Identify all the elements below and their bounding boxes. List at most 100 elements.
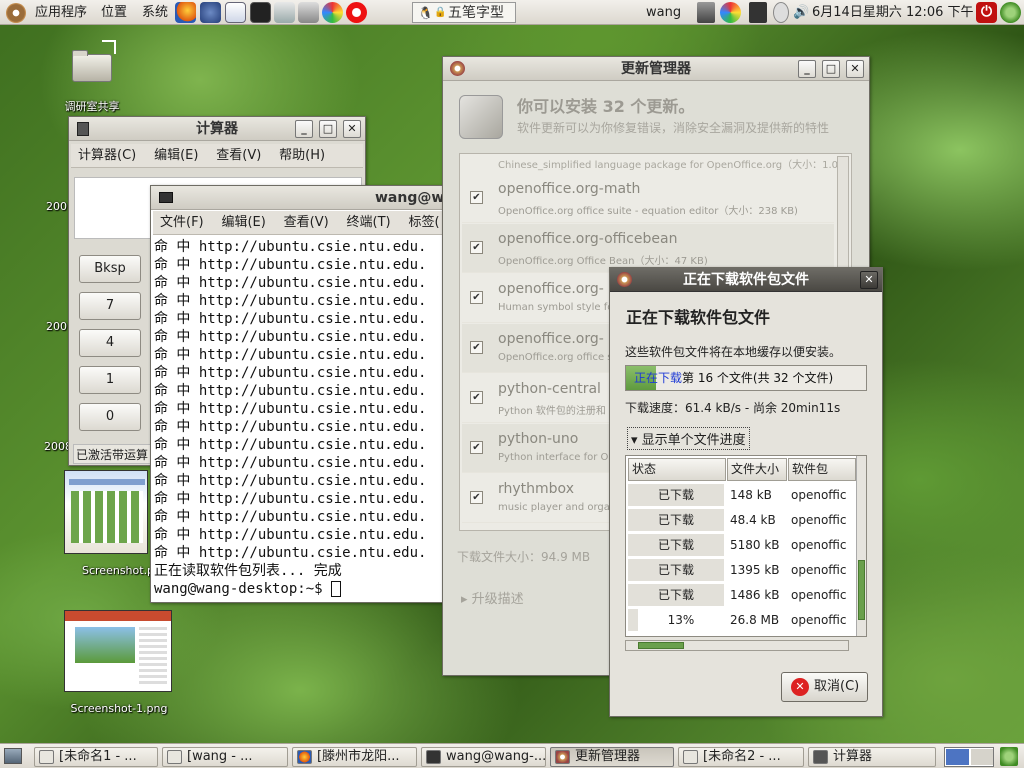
update-icon [555,750,570,764]
user-name[interactable]: wang [646,3,681,22]
update-checkbox[interactable]: ✔ [470,491,483,504]
minimize-button[interactable]: _ [798,60,816,78]
menu-edit[interactable]: 编辑(E) [214,211,272,235]
file-progress-table[interactable]: 状态 文件大小 软件包 已下载 148 kB openoffic 已下载 48.4 kB… [625,455,867,637]
taskbar-button[interactable]: [滕州市龙阳... [292,747,417,767]
mail-launcher-icon[interactable] [200,2,221,23]
menu-edit[interactable]: 编辑(E) [147,144,205,168]
firefox-launcher-icon[interactable] [175,2,196,23]
screenshot-launcher-icon[interactable] [274,2,295,23]
table-vertical-scrollbar[interactable] [856,456,866,636]
terminal-launcher-icon[interactable] [250,2,271,23]
power-icon[interactable]: ⏻ [976,2,997,23]
network-launcher-icon[interactable] [298,2,319,23]
expander-arrow-icon: ▾ [631,433,642,448]
update-checkbox[interactable]: ✔ [470,241,483,254]
taskbar-button[interactable]: [wang - ... [162,747,288,767]
text-editor-launcher-icon[interactable] [225,2,246,23]
table-row[interactable]: 已下载 48.4 kB openoffic [626,509,856,531]
menu-places[interactable]: 位置 [101,3,127,22]
table-row[interactable]: 已下载 1395 kB openoffic [626,559,856,581]
menu-view[interactable]: 查看(V) [277,211,336,235]
taskbar-button[interactable]: 计算器 [808,747,936,767]
digit-1-button[interactable]: 1 [79,366,141,394]
digit-4-button[interactable]: 4 [79,329,141,357]
menu-tabs[interactable]: 标签( [401,211,446,235]
table-row[interactable]: 13% 26.8 MB openoffic [626,609,856,631]
refresh-icon[interactable] [1000,2,1021,23]
desktop-icon-screenshot-1[interactable]: Screenshot-1.png [64,610,174,715]
terminal-prompt: wang@wang-desktop:~$ [154,581,323,597]
close-button[interactable]: ✕ [860,271,878,289]
backspace-button[interactable]: Bksp [79,255,141,283]
update-row[interactable]: ✔ openoffice.org-math OpenOffice.org offic… [462,174,834,223]
workspace-switcher[interactable] [944,747,994,767]
input-method-indicator[interactable]: 🐧 🔒 五笔字型 [412,2,516,23]
update-manager-titlebar[interactable]: 更新管理器 _ □ ✕ [443,57,869,81]
column-header-size[interactable]: 文件大小 [727,458,787,481]
download-indicator-icon[interactable] [697,2,715,23]
update-row[interactable]: ✔ openoffice.org-officebean OpenOffice.org… [462,224,834,273]
table-row[interactable]: 已下载 5180 kB openoffic [626,534,856,556]
clock[interactable]: 6月14日星期六 12:06 下午 [812,3,974,22]
update-checkbox[interactable]: ✔ [470,291,483,304]
maximize-button[interactable]: □ [822,60,840,78]
trash-icon[interactable] [1000,747,1018,766]
table-row[interactable]: 已下载 148 kB openoffic [626,484,856,506]
download-dialog-titlebar[interactable]: 正在下载软件包文件 ✕ [610,268,882,292]
monitor-icon[interactable] [749,2,767,23]
terminal-prompt-line[interactable]: wang@wang-desktop:~$ [154,580,448,598]
browser-launcher-icon[interactable] [322,2,343,23]
network-status-icon[interactable] [773,2,789,23]
menu-help[interactable]: 帮助(H) [272,144,332,168]
cancel-button[interactable]: ✕ 取消(C) [781,672,868,702]
show-desktop-icon[interactable] [4,748,22,764]
update-checkbox[interactable]: ✔ [470,441,483,454]
update-checkbox[interactable]: ✔ [470,191,483,204]
minimize-button[interactable]: _ [295,120,313,138]
terminal-titlebar[interactable]: wang@w [151,186,449,210]
desktop-icon-shared-folder[interactable]: 调研室共享 [52,40,132,114]
taskbar-button[interactable]: 更新管理器 [550,747,674,767]
package-description: music player and orgar [498,502,614,513]
close-button[interactable]: ✕ [343,120,361,138]
taskbar-label: 计算器 [833,749,873,764]
taskbar-label: [未命名2 - ... [703,749,781,764]
taskbar-label: [滕州市龙阳... [317,749,400,764]
status-cell: 13% [628,609,724,631]
menu-applications[interactable]: 应用程序 [35,3,87,22]
taskbar-button[interactable]: [未命名2 - ... [678,747,804,767]
document-icon [39,750,54,764]
tray-app-icon[interactable] [720,2,741,23]
maximize-button[interactable]: □ [319,120,337,138]
menu-system[interactable]: 系统 [142,3,168,22]
table-row[interactable]: 已下载 1486 kB openoffic [626,584,856,606]
menu-calculator[interactable]: 计算器(C) [71,144,143,168]
menu-terminal[interactable]: 终端(T) [340,211,398,235]
progress-text-highlight: 正在下载 [634,371,683,385]
size-cell: 1395 kB [730,563,780,577]
opera-launcher-icon[interactable] [346,2,367,23]
terminal-line: 命 中 http://ubuntu.csie.ntu.edu. [154,401,427,417]
digit-0-button[interactable]: 0 [79,403,141,431]
update-checkbox[interactable]: ✔ [470,341,483,354]
menu-view[interactable]: 查看(V) [209,144,268,168]
taskbar-button[interactable]: wang@wang-... [421,747,546,767]
update-checkbox[interactable]: ✔ [470,391,483,404]
digit-7-button[interactable]: 7 [79,292,141,320]
table-horizontal-scrollbar[interactable] [625,640,849,651]
show-file-progress-expander[interactable]: ▾ 显示单个文件进度 [627,427,750,450]
package-cell: openoffic [791,538,847,552]
column-header-package[interactable]: 软件包 [788,458,856,481]
calculator-icon [77,122,89,136]
volume-icon[interactable]: 🔊 [793,4,809,21]
details-expander[interactable]: ▸ 升级描述 [461,588,524,607]
close-button[interactable]: ✕ [846,60,864,78]
menu-file[interactable]: 文件(F) [153,211,211,235]
calculator-titlebar[interactable]: 计算器 _ □ ✕ [69,117,365,141]
taskbar-button[interactable]: [未命名1 - ... [34,747,158,767]
terminal-output[interactable]: 命 中 http://ubuntu.csie.ntu.edu. 命 中 http:… [154,238,448,602]
expander-label: 显示单个文件进度 [641,433,746,448]
column-header-status[interactable]: 状态 [628,458,726,481]
expander-arrow-icon: ▸ [461,592,472,607]
